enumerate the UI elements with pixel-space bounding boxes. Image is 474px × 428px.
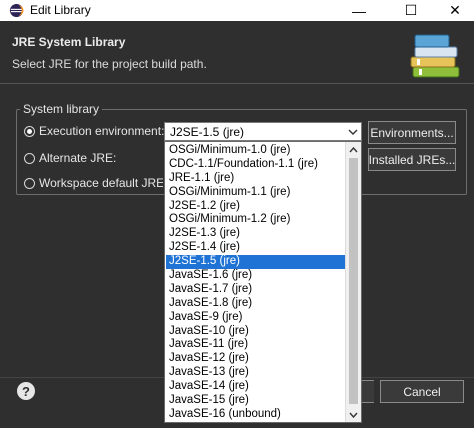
dropdown-item[interactable]: OSGi/Minimum-1.2 (jre) — [166, 213, 346, 227]
workspace-default-jre-radio[interactable] — [24, 178, 35, 189]
library-books-icon — [410, 34, 460, 78]
dropdown-item[interactable]: J2SE-1.4 (jre) — [166, 241, 346, 255]
dropdown-item[interactable]: JavaSE-1.8 (jre) — [166, 297, 346, 311]
header-description: Select JRE for the project build path. — [12, 57, 207, 71]
execution-environment-combo[interactable]: J2SE-1.5 (jre) — [164, 122, 362, 141]
execution-environment-label: Execution environment: — [39, 124, 165, 138]
dropdown-item[interactable]: J2SE-1.5 (jre) — [166, 255, 346, 270]
execution-environment-radio[interactable] — [24, 126, 35, 137]
dropdown-item[interactable]: JavaSE-1.6 (jre) — [166, 269, 346, 283]
chevron-down-icon[interactable] — [344, 123, 361, 140]
dropdown-item[interactable]: JavaSE-1.7 (jre) — [166, 283, 346, 297]
environment-dropdown-list[interactable]: OSGi/Minimum-1.0 (jre) CDC-1.1/Foundation… — [164, 141, 362, 423]
title-bar: Edit Library — ☐ ✕ — [0, 0, 474, 21]
dropdown-item[interactable]: JavaSE-10 (jre) — [166, 325, 346, 339]
chevron-down-icon[interactable] — [346, 407, 361, 422]
dropdown-scrollbar[interactable] — [345, 142, 361, 422]
dropdown-item[interactable]: JavaSE-12 (jre) — [166, 352, 346, 366]
dialog-header: JRE System Library Select JRE for the pr… — [0, 21, 474, 84]
window-title: Edit Library — [30, 3, 91, 17]
installed-jres-button[interactable]: Installed JREs... — [368, 148, 456, 171]
dropdown-item[interactable]: J2SE-1.2 (jre) — [166, 200, 346, 214]
dropdown-item[interactable]: JavaSE-15 (jre) — [166, 394, 346, 408]
dropdown-items: OSGi/Minimum-1.0 (jre) CDC-1.1/Foundation… — [166, 144, 346, 422]
dropdown-item[interactable]: JRE-1.1 (jre) — [166, 172, 346, 186]
environments-button[interactable]: Environments... — [368, 121, 456, 144]
alternate-jre-label: Alternate JRE: — [39, 151, 117, 165]
workspace-default-jre-label: Workspace default JRE (jre) — [39, 176, 163, 190]
dropdown-item[interactable]: JavaSE-13 (jre) — [166, 366, 346, 380]
minimize-button[interactable]: — — [336, 0, 382, 21]
dropdown-item[interactable]: CDC-1.1/Foundation-1.1 (jre) — [166, 158, 346, 172]
dropdown-item[interactable]: JavaSE-11 (jre) — [166, 338, 346, 352]
close-button[interactable]: ✕ — [432, 0, 474, 21]
cancel-button[interactable]: Cancel — [380, 380, 464, 403]
group-title: System library — [20, 102, 103, 116]
dropdown-item[interactable]: JavaSE-16 (unbound) — [166, 408, 346, 422]
header-title: JRE System Library — [12, 35, 126, 49]
chevron-up-icon[interactable] — [346, 142, 361, 157]
dropdown-item[interactable]: J2SE-1.3 (jre) — [166, 227, 346, 241]
finish-button-partial[interactable] — [360, 380, 374, 403]
alternate-jre-radio[interactable] — [24, 153, 35, 164]
maximize-button[interactable]: ☐ — [388, 0, 434, 21]
combo-selected-value: J2SE-1.5 (jre) — [170, 125, 245, 139]
scrollbar-thumb[interactable] — [349, 158, 358, 404]
eclipse-icon — [9, 3, 24, 18]
dropdown-item[interactable]: JavaSE-14 (jre) — [166, 380, 346, 394]
help-icon[interactable]: ? — [17, 382, 35, 400]
dropdown-item[interactable]: OSGi/Minimum-1.1 (jre) — [166, 186, 346, 200]
dropdown-item[interactable]: JavaSE-9 (jre) — [166, 311, 346, 325]
dropdown-item[interactable]: OSGi/Minimum-1.0 (jre) — [166, 144, 346, 158]
